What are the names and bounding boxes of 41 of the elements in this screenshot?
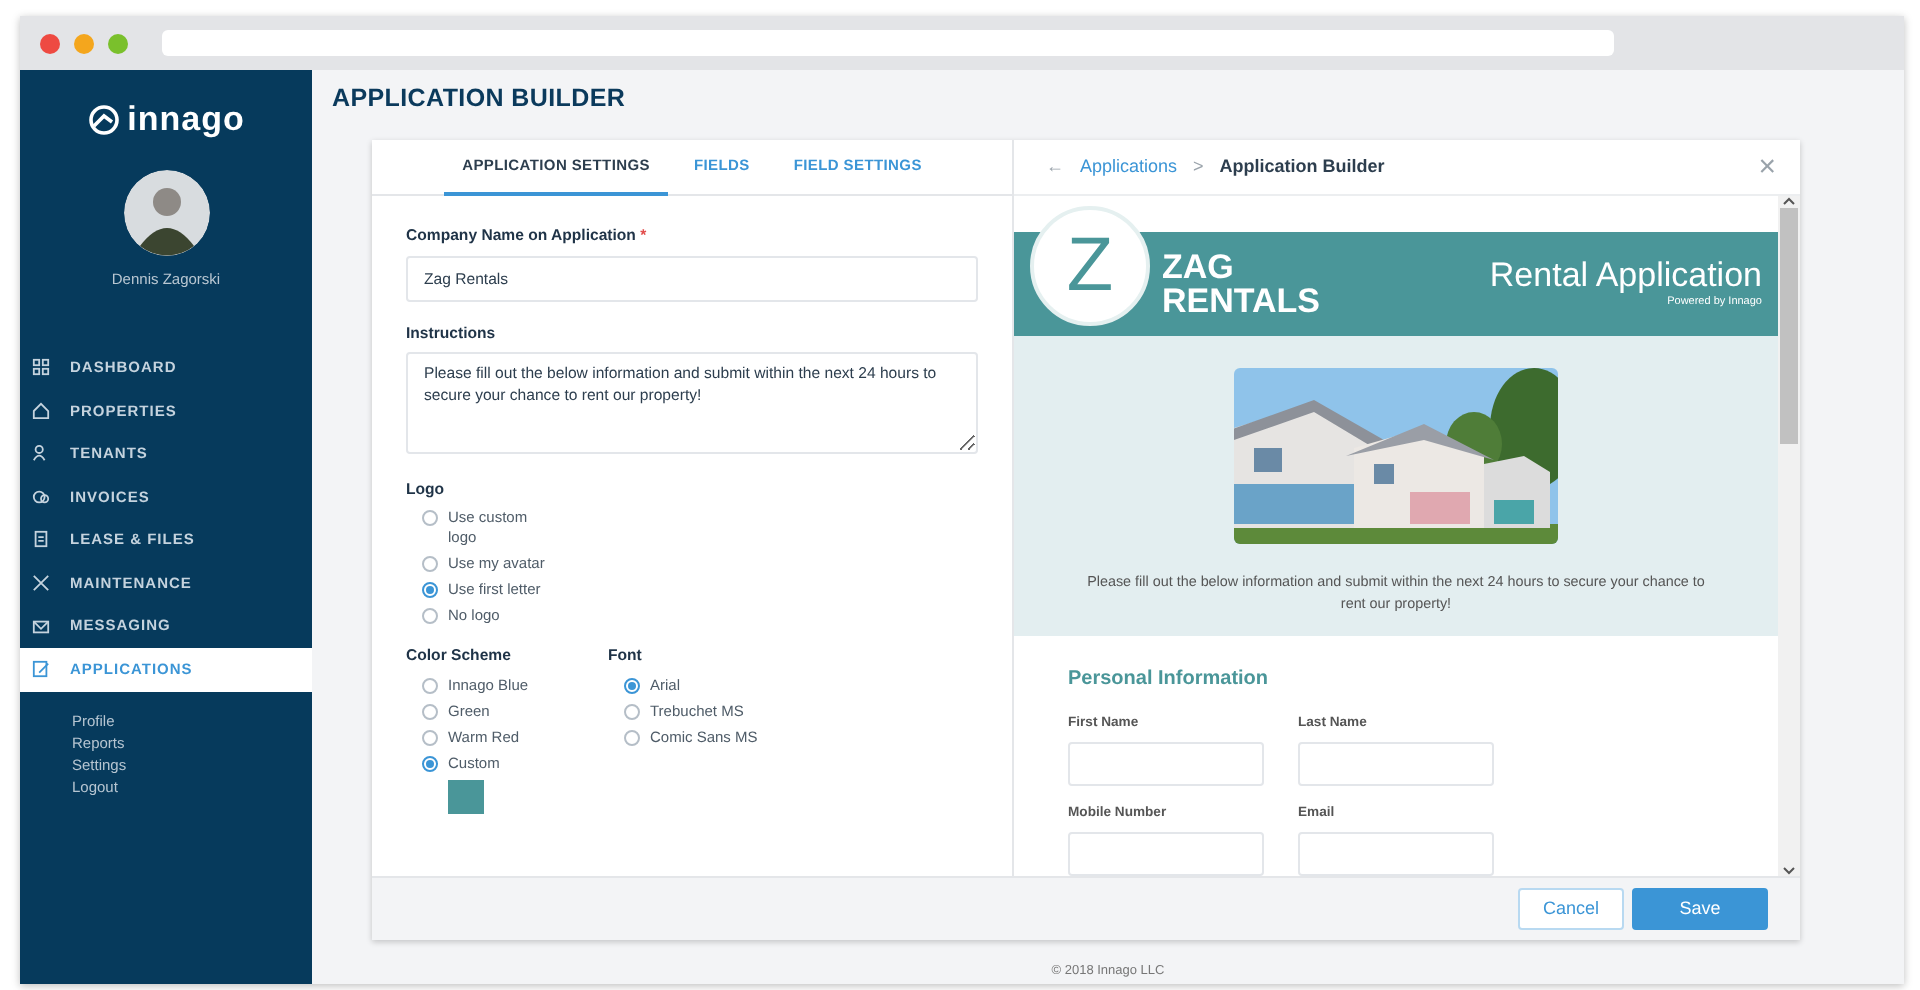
avatar[interactable] [123,169,209,255]
scroll-down-icon[interactable] [1782,864,1796,876]
scrollbar[interactable] [1778,196,1800,876]
page-title: APPLICATION BUILDER [332,82,628,116]
radio-button[interactable] [422,678,438,694]
radio-button[interactable] [624,704,640,720]
grid-icon [32,358,50,377]
scroll-up-icon[interactable] [1782,196,1796,208]
section-title: Personal Information [1068,665,1271,694]
text-field[interactable] [1298,741,1494,786]
radio-button[interactable] [624,678,640,694]
envelope-icon [32,617,50,636]
logo-text: innago [127,98,245,142]
breadcrumb-current: Application Builder [1219,153,1385,180]
radio-button[interactable] [624,730,640,746]
logo-icon [87,103,120,136]
coin-icon [32,487,50,506]
address-bar[interactable] [162,30,1614,56]
people-icon [32,444,50,463]
text-field[interactable] [1298,832,1494,876]
radio-button[interactable] [422,704,438,720]
radio-button[interactable] [422,608,438,625]
document-icon [32,530,50,549]
company-name-line: RENTALS [1162,284,1321,319]
radio-button[interactable] [422,756,438,772]
radio-button[interactable] [422,556,438,573]
radio-button[interactable] [422,510,438,527]
edit-icon [32,660,50,679]
company-name-line: ZAG [1162,250,1236,285]
close-dot-icon[interactable] [40,33,60,53]
text-field[interactable] [1068,832,1264,876]
radio-button[interactable] [422,582,438,599]
minimize-dot-icon[interactable] [74,33,94,53]
text-field[interactable] [1068,741,1264,786]
maximize-dot-icon[interactable] [108,33,128,53]
house-icon [32,401,50,420]
breadcrumb-separator: > [1193,153,1204,180]
radio-button[interactable] [422,730,438,746]
logo-letter: Z [1030,206,1150,326]
application-title: Rental Application [1489,258,1762,295]
color-swatch[interactable] [448,780,484,814]
